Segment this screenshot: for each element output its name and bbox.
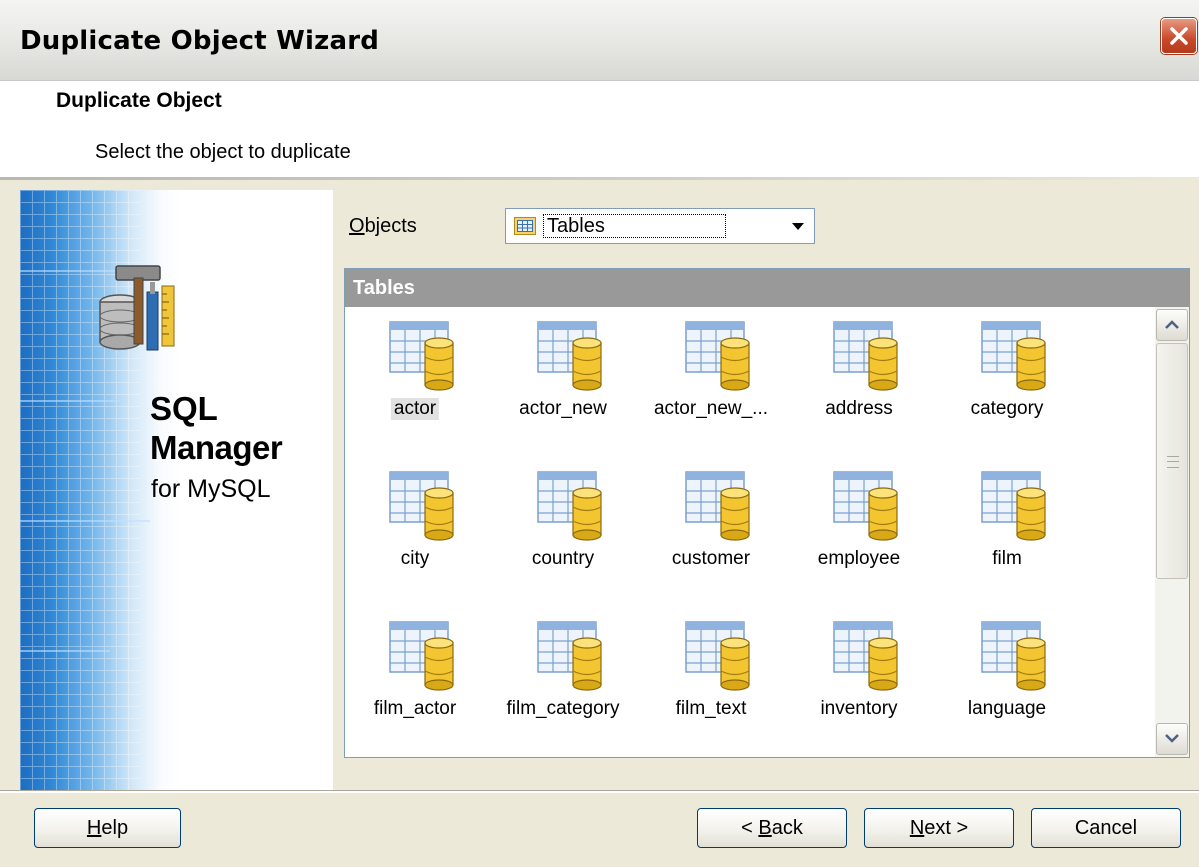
brand-line-sql: SQL xyxy=(150,390,218,427)
table-icon xyxy=(685,621,750,691)
table-icon xyxy=(685,321,750,391)
table-icon xyxy=(537,621,602,691)
title-bar[interactable]: Duplicate Object Wizard xyxy=(0,0,1199,80)
table-icon xyxy=(981,621,1046,691)
scrollbar-thumb[interactable] xyxy=(1156,343,1188,579)
next-button[interactable]: Next > xyxy=(864,808,1014,848)
table-icon xyxy=(389,471,454,541)
table-item[interactable]: country xyxy=(493,461,633,601)
banner-streak xyxy=(20,650,110,652)
chevron-up-icon xyxy=(1165,320,1179,329)
table-item[interactable]: actor_new_... xyxy=(641,311,781,451)
next-button-label: ext > xyxy=(924,817,969,839)
objects-label-rest: bjects xyxy=(364,215,417,237)
table-item[interactable]: employee xyxy=(789,461,929,601)
table-item-label: customer xyxy=(671,548,751,569)
table-icon xyxy=(537,321,602,391)
table-item-label: film xyxy=(992,548,1022,569)
footer-divider xyxy=(0,790,1199,793)
banner-streak xyxy=(20,400,120,402)
table-item-label: category xyxy=(970,398,1044,419)
table-icon xyxy=(833,321,898,391)
help-button-label: elp xyxy=(101,817,129,839)
table-item-label: film_category xyxy=(506,698,620,719)
table-item-label: country xyxy=(531,548,595,569)
table-item[interactable]: inventory xyxy=(789,611,929,751)
objects-label-accelerator: O xyxy=(349,215,365,237)
dropdown-arrow-button[interactable] xyxy=(780,209,814,243)
close-button[interactable] xyxy=(1161,18,1197,54)
table-item[interactable]: film_text xyxy=(641,611,781,751)
table-icon xyxy=(389,321,454,391)
table-item[interactable]: language xyxy=(937,611,1077,751)
vertical-scrollbar[interactable] xyxy=(1155,307,1189,757)
chevron-down-icon xyxy=(792,223,804,230)
step-subtitle: Select the object to duplicate xyxy=(95,141,351,163)
objects-dropdown[interactable]: Tables xyxy=(505,208,815,244)
table-icon xyxy=(685,471,750,541)
step-title: Duplicate Object xyxy=(56,89,222,112)
objects-label: Objects xyxy=(349,215,417,238)
brand-line-for-mysql: for MySQL xyxy=(151,475,271,503)
cancel-button[interactable]: Cancel xyxy=(1031,808,1181,848)
tables-panel-title: Tables xyxy=(353,277,415,299)
table-icon xyxy=(833,621,898,691)
table-item[interactable]: actor_new xyxy=(493,311,633,451)
tables-grid: actor actor_new actor_new_... address catego… xyxy=(345,307,1155,757)
close-icon xyxy=(1170,27,1188,45)
table-item[interactable]: film xyxy=(937,461,1077,601)
table-item-label: address xyxy=(825,398,893,419)
scrollbar-grip xyxy=(1167,456,1179,468)
back-button[interactable]: < Back xyxy=(697,808,847,848)
help-button[interactable]: Help xyxy=(34,808,181,848)
table-item-label: inventory xyxy=(820,698,898,719)
table-icon xyxy=(981,471,1046,541)
brand-line-manager: Manager xyxy=(150,429,283,466)
table-item-label: employee xyxy=(817,548,901,569)
tables-panel: Tables actor actor_new actor_new_... addres… xyxy=(344,268,1190,758)
wizard-window: Duplicate Object Wizard Duplicate Object… xyxy=(0,0,1199,867)
table-icon xyxy=(389,621,454,691)
table-item-label: actor xyxy=(390,398,440,420)
table-item-label: language xyxy=(967,698,1047,719)
wizard-header: Duplicate Object Select the object to du… xyxy=(0,80,1199,179)
table-item-label: actor_new xyxy=(519,398,607,419)
scroll-down-button[interactable] xyxy=(1156,723,1188,755)
table-item-label: film_text xyxy=(675,698,747,719)
header-divider xyxy=(0,177,1199,180)
sql-manager-logo-icon xyxy=(99,265,175,351)
back-button-arrow: < xyxy=(741,817,759,839)
back-button-label: ack xyxy=(771,817,803,839)
back-button-accelerator: B xyxy=(758,817,772,839)
next-button-accelerator: N xyxy=(909,817,925,839)
banner-streak xyxy=(20,520,150,522)
table-item[interactable]: category xyxy=(937,311,1077,451)
chevron-down-icon xyxy=(1165,734,1179,743)
objects-dropdown-value: Tables xyxy=(543,214,726,238)
table-icon xyxy=(833,471,898,541)
table-icon xyxy=(537,471,602,541)
help-button-accelerator: H xyxy=(86,817,102,839)
table-item[interactable]: film_actor xyxy=(345,611,485,751)
scroll-up-button[interactable] xyxy=(1156,309,1188,341)
table-item[interactable]: city xyxy=(345,461,485,601)
table-item[interactable]: address xyxy=(789,311,929,451)
table-icon xyxy=(981,321,1046,391)
tables-panel-header: Tables xyxy=(345,269,1189,307)
table-item[interactable]: customer xyxy=(641,461,781,601)
table-item[interactable]: actor xyxy=(345,311,485,451)
table-item[interactable]: film_category xyxy=(493,611,633,751)
table-item-label: city xyxy=(400,548,430,569)
window-title: Duplicate Object Wizard xyxy=(20,26,380,56)
table-item-label: film_actor xyxy=(373,698,457,719)
table-item-label: actor_new_... xyxy=(653,398,769,419)
tables-folder-icon xyxy=(514,217,536,235)
